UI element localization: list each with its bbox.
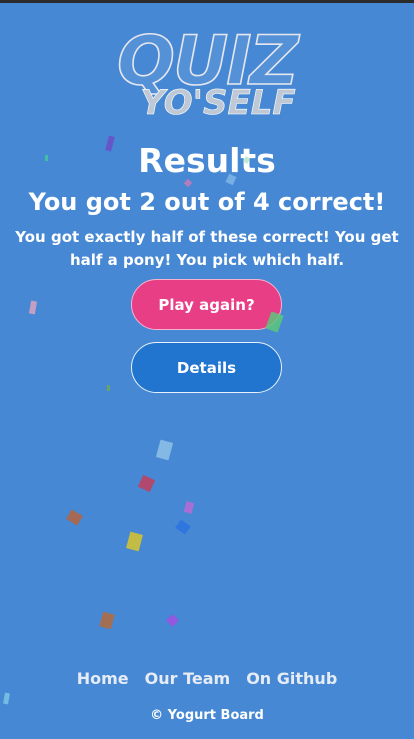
- results-title: Results: [138, 141, 276, 180]
- confetti-piece: [137, 474, 156, 493]
- confetti-piece: [225, 173, 237, 186]
- play-again-button[interactable]: Play again?: [131, 279, 282, 330]
- confetti-piece: [45, 155, 48, 161]
- logo-yoself-text: YO'SELF: [140, 83, 295, 118]
- footer-link-home[interactable]: Home: [77, 668, 129, 690]
- top-bar: [0, 0, 414, 3]
- confetti-piece: [126, 531, 143, 552]
- confetti-piece: [28, 300, 38, 315]
- confetti-piece: [183, 501, 195, 514]
- copyright: © Yogurt Board: [150, 708, 264, 723]
- confetti-piece: [166, 614, 179, 627]
- score-summary: You got 2 out of 4 correct!: [28, 188, 386, 216]
- confetti-piece: [66, 509, 83, 526]
- footer-link-our-team[interactable]: Our Team: [145, 668, 231, 690]
- confetti-piece: [99, 611, 115, 630]
- footer-nav: Home Our Team On Github: [0, 668, 414, 690]
- details-button[interactable]: Details: [131, 342, 282, 393]
- footer-link-on-github[interactable]: On Github: [246, 668, 337, 690]
- confetti-piece: [175, 519, 191, 535]
- quiz-yoself-logo: QUIZ YO'SELF: [116, 21, 303, 118]
- result-message: You got exactly half of these correct! Y…: [15, 228, 399, 269]
- confetti-piece: [3, 692, 10, 705]
- confetti-piece: [155, 439, 174, 461]
- confetti-piece: [107, 385, 110, 391]
